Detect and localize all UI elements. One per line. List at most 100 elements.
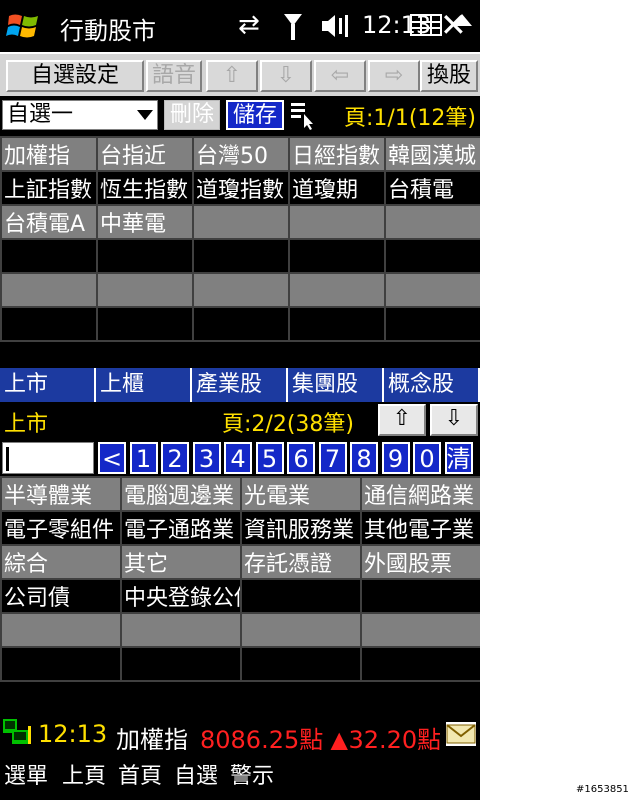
- watchlist-cell[interactable]: 韓國漢城: [384, 136, 480, 172]
- industry-cell[interactable]: [120, 646, 242, 682]
- move-right-icon[interactable]: ⇨: [368, 60, 420, 92]
- watchlist-cell[interactable]: [0, 238, 98, 274]
- watchlist-cell[interactable]: [384, 204, 480, 240]
- watchlist-cell[interactable]: [288, 204, 386, 240]
- tab-2[interactable]: 產業股: [192, 368, 288, 402]
- watchlist-cell[interactable]: [0, 306, 98, 342]
- softkey-0[interactable]: 選單: [4, 758, 48, 790]
- keypad-digit-button[interactable]: 6: [287, 442, 315, 474]
- keypad-digit-button[interactable]: 7: [318, 442, 347, 474]
- watchlist-cell[interactable]: 中華電: [96, 204, 194, 240]
- softkey-4[interactable]: 警示: [230, 758, 274, 790]
- watchlist-cell[interactable]: 台積電: [384, 170, 480, 206]
- watermark-text: #1653851: [576, 784, 629, 795]
- watchlist-cell[interactable]: 台指近: [96, 136, 194, 172]
- watchlist-cell[interactable]: [288, 272, 386, 308]
- watchlist-group-select[interactable]: 自選一: [2, 100, 158, 130]
- watchlist-cell[interactable]: 台灣50: [192, 136, 290, 172]
- edit-list-icon[interactable]: [290, 100, 316, 130]
- stock-code-input[interactable]: [2, 442, 94, 474]
- watchlist-settings-button[interactable]: 自選設定: [6, 60, 144, 92]
- watchlist-cell[interactable]: 道瓊指數: [192, 170, 290, 206]
- watchlist-cell[interactable]: [192, 272, 290, 308]
- industry-cell[interactable]: 中央登錄公債: [120, 578, 242, 614]
- watchlist-cell[interactable]: [192, 238, 290, 274]
- keypad-digit-button[interactable]: 5: [255, 442, 284, 474]
- softkey-2[interactable]: 首頁: [118, 758, 162, 790]
- industry-cell[interactable]: 公司債: [0, 578, 122, 614]
- watchlist-cell[interactable]: [96, 272, 194, 308]
- watchlist-cell[interactable]: [192, 204, 290, 240]
- watchlist-cell[interactable]: [96, 306, 194, 342]
- industry-cell[interactable]: 其它: [120, 544, 242, 580]
- softkey-1[interactable]: 上頁: [62, 758, 106, 790]
- industry-cell[interactable]: [360, 578, 480, 614]
- page-up-icon[interactable]: ⇧: [378, 404, 426, 436]
- industry-cell[interactable]: [240, 612, 362, 648]
- industry-cell[interactable]: [360, 646, 480, 682]
- keypad-digit-button[interactable]: 4: [224, 442, 252, 474]
- industry-row: [0, 646, 480, 682]
- industry-cell[interactable]: 電腦週邊業: [120, 476, 242, 512]
- industry-cell[interactable]: [240, 578, 362, 614]
- industry-cell[interactable]: 半導體業: [0, 476, 122, 512]
- keyboard-icon[interactable]: [410, 14, 442, 36]
- tab-3[interactable]: 集團股: [288, 368, 384, 402]
- industry-cell[interactable]: 資訊服務業: [240, 510, 362, 546]
- watchlist-cell[interactable]: [384, 306, 480, 342]
- delete-button[interactable]: 刪除: [164, 100, 220, 130]
- industry-cell[interactable]: 電子零組件: [0, 510, 122, 546]
- industry-cell[interactable]: 存託憑證: [240, 544, 362, 580]
- move-up-icon[interactable]: ⇧: [206, 60, 258, 92]
- industry-cell[interactable]: 電子通路業: [120, 510, 242, 546]
- keypad-digit-button[interactable]: 2: [161, 442, 189, 474]
- industry-cell[interactable]: 通信網路業: [360, 476, 480, 512]
- watchlist-cell[interactable]: [384, 238, 480, 274]
- watchlist-cell[interactable]: [288, 238, 386, 274]
- watchlist-cell[interactable]: 恆生指數: [96, 170, 194, 206]
- keypad-digit-button[interactable]: 1: [129, 442, 158, 474]
- watchlist-cell[interactable]: 台積電A: [0, 204, 98, 240]
- industry-cell[interactable]: [240, 646, 362, 682]
- keypad-back-button[interactable]: <: [98, 442, 126, 474]
- signal-icon[interactable]: [282, 12, 304, 42]
- tab-4[interactable]: 概念股: [384, 368, 480, 402]
- data-connection-icon[interactable]: ⇄: [238, 10, 260, 40]
- watchlist-cell[interactable]: 道瓊期: [288, 170, 386, 206]
- industry-cell[interactable]: [0, 646, 122, 682]
- industry-cell[interactable]: [120, 612, 242, 648]
- watchlist-cell[interactable]: [192, 306, 290, 342]
- keypad-digit-button[interactable]: 8: [350, 442, 378, 474]
- industry-cell[interactable]: 光電業: [240, 476, 362, 512]
- move-left-icon[interactable]: ⇦: [314, 60, 366, 92]
- move-down-icon[interactable]: ⇩: [260, 60, 312, 92]
- page-down-icon[interactable]: ⇩: [430, 404, 478, 436]
- mail-icon[interactable]: [446, 722, 476, 746]
- tab-0[interactable]: 上市: [0, 368, 96, 402]
- watchlist-cell[interactable]: [0, 272, 98, 308]
- tab-1[interactable]: 上櫃: [96, 368, 192, 402]
- voice-button[interactable]: 語音: [146, 60, 202, 92]
- watchlist-cell[interactable]: [288, 306, 386, 342]
- windows-logo-icon[interactable]: [6, 8, 42, 44]
- softkey-3[interactable]: 自選: [174, 758, 218, 790]
- industry-cell[interactable]: 綜合: [0, 544, 122, 580]
- save-button[interactable]: 儲存: [226, 100, 284, 130]
- industry-cell[interactable]: [0, 612, 122, 648]
- watchlist-cell[interactable]: 加權指: [0, 136, 98, 172]
- watchlist-cell[interactable]: [96, 238, 194, 274]
- volume-muted-icon[interactable]: [320, 12, 350, 40]
- watchlist-cell[interactable]: 上証指數: [0, 170, 98, 206]
- industry-cell[interactable]: [360, 612, 480, 648]
- keypad-digit-button[interactable]: 0: [413, 442, 441, 474]
- keypad-digit-button[interactable]: 9: [381, 442, 410, 474]
- expand-up-icon[interactable]: [452, 14, 472, 26]
- industry-cell[interactable]: 外國股票: [360, 544, 480, 580]
- switch-stock-button[interactable]: 換股: [420, 60, 478, 92]
- keypad-clear-button[interactable]: 清: [444, 442, 473, 474]
- keypad-digit-button[interactable]: 3: [192, 442, 221, 474]
- watchlist-cell[interactable]: [384, 272, 480, 308]
- industry-cell[interactable]: 其他電子業: [360, 510, 480, 546]
- connection-status-icon[interactable]: [2, 718, 32, 746]
- watchlist-cell[interactable]: 日經指數: [288, 136, 386, 172]
